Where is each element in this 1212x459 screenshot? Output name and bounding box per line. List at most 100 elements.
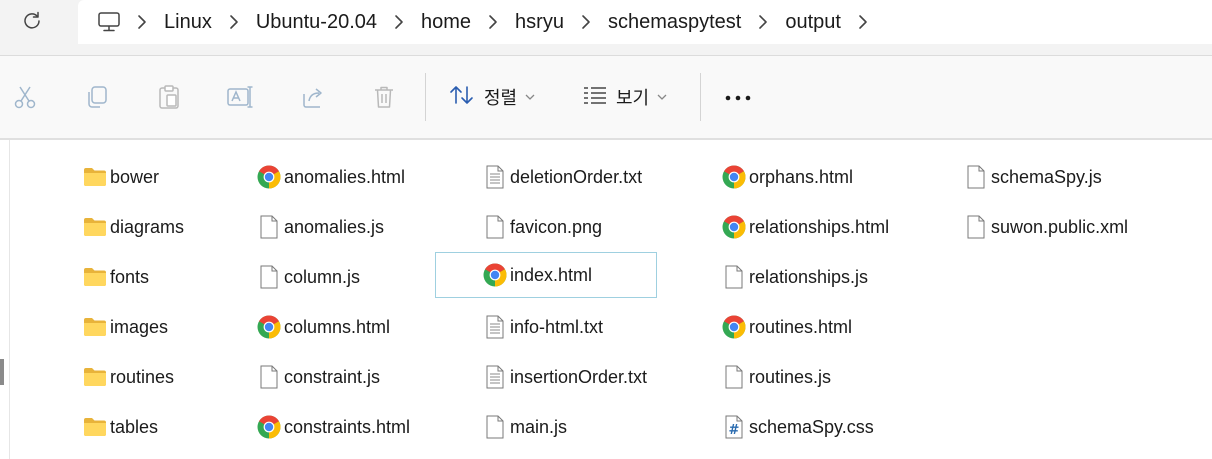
text-file-icon <box>483 165 507 189</box>
file-item[interactable]: column.js <box>257 260 360 294</box>
file-name: index.html <box>510 264 593 285</box>
file-item[interactable]: deletionOrder.txt <box>483 160 642 194</box>
breadcrumb-item[interactable]: Ubuntu-20.04 <box>252 0 381 44</box>
file-name: schemaSpy.js <box>991 166 1102 187</box>
breadcrumb[interactable]: Linux Ubuntu-20.04 home hsryu schemaspytest o… <box>78 0 1212 44</box>
file-item[interactable]: # schemaSpy.css <box>722 410 874 444</box>
chevron-right-icon[interactable] <box>745 0 781 44</box>
folder-icon <box>83 265 107 289</box>
file-item[interactable]: constraints.html <box>257 410 410 444</box>
file-item[interactable]: routines <box>83 360 174 394</box>
chevron-right-icon[interactable] <box>381 0 417 44</box>
text-file-icon <box>483 315 507 339</box>
view-button[interactable]: 보기 <box>582 78 667 116</box>
file-icon <box>722 365 746 389</box>
file-item[interactable]: main.js <box>483 410 567 444</box>
file-name: main.js <box>510 416 568 437</box>
file-item[interactable]: routines.html <box>722 310 852 344</box>
file-name: routines.js <box>749 366 832 387</box>
folder-icon <box>83 315 107 339</box>
file-name: schemaSpy.css <box>749 416 874 437</box>
file-name: images <box>110 316 169 337</box>
breadcrumb-item[interactable]: home <box>417 0 475 44</box>
breadcrumb-item[interactable]: hsryu <box>511 0 568 44</box>
breadcrumb-item[interactable]: output <box>781 0 845 44</box>
file-item[interactable]: bower <box>83 160 159 194</box>
folder-icon <box>83 415 107 439</box>
file-name: orphans.html <box>749 166 854 187</box>
chevron-right-icon[interactable] <box>124 0 160 44</box>
file-item[interactable]: suwon.public.xml <box>964 210 1128 244</box>
file-item[interactable]: info-html.txt <box>483 310 603 344</box>
scrollbar[interactable] <box>0 359 4 385</box>
file-name: bower <box>110 166 160 187</box>
svg-text:#: # <box>729 423 740 438</box>
file-item[interactable]: diagrams <box>83 210 184 244</box>
sort-button[interactable]: 정렬 <box>448 78 535 116</box>
delete-icon[interactable] <box>368 81 400 113</box>
file-item[interactable]: anomalies.html <box>257 160 405 194</box>
file-name: fonts <box>110 266 150 287</box>
file-name: constraints.html <box>284 416 411 437</box>
rename-icon[interactable] <box>224 81 256 113</box>
chrome-icon <box>257 415 281 439</box>
folder-icon <box>83 365 107 389</box>
file-icon <box>964 215 988 239</box>
copy-icon[interactable] <box>81 81 113 113</box>
share-icon[interactable] <box>297 81 329 113</box>
file-name: diagrams <box>110 216 185 237</box>
file-item[interactable]: relationships.js <box>722 260 868 294</box>
file-item[interactable]: routines.js <box>722 360 831 394</box>
file-icon <box>483 415 507 439</box>
file-name: relationships.html <box>749 216 890 237</box>
more-icon <box>725 88 751 106</box>
file-name: deletionOrder.txt <box>510 166 643 187</box>
file-item[interactable]: schemaSpy.js <box>964 160 1102 194</box>
file-icon <box>964 165 988 189</box>
breadcrumb-item[interactable]: Linux <box>160 0 216 44</box>
folder-icon <box>83 215 107 239</box>
breadcrumb-item[interactable]: schemaspytest <box>604 0 745 44</box>
paste-icon[interactable] <box>153 81 185 113</box>
file-icon <box>257 365 281 389</box>
file-icon <box>483 215 507 239</box>
file-name: anomalies.html <box>284 166 406 187</box>
file-item[interactable]: columns.html <box>257 310 390 344</box>
file-name: insertionOrder.txt <box>510 366 648 387</box>
file-item[interactable]: relationships.html <box>722 210 889 244</box>
refresh-icon <box>22 10 42 35</box>
file-item[interactable]: anomalies.js <box>257 210 384 244</box>
chevron-right-icon[interactable] <box>845 0 881 44</box>
chevron-right-icon[interactable] <box>475 0 511 44</box>
file-item[interactable]: tables <box>83 410 158 444</box>
chrome-icon <box>722 165 746 189</box>
view-icon <box>582 84 608 111</box>
file-item[interactable]: constraint.js <box>257 360 380 394</box>
refresh-button[interactable] <box>10 3 54 41</box>
more-options-button[interactable] <box>720 78 756 116</box>
chevron-right-icon[interactable] <box>568 0 604 44</box>
file-item[interactable]: index.html <box>435 252 657 298</box>
file-name: constraint.js <box>284 366 381 387</box>
cut-icon[interactable] <box>9 81 41 113</box>
file-name: anomalies.js <box>284 216 385 237</box>
file-name: columns.html <box>284 316 391 337</box>
text-file-icon <box>483 365 507 389</box>
chrome-icon <box>483 263 507 287</box>
file-name: suwon.public.xml <box>991 216 1129 237</box>
file-name: favicon.png <box>510 216 603 237</box>
file-name: column.js <box>284 266 361 287</box>
chevron-down-icon <box>657 93 667 101</box>
file-icon <box>722 265 746 289</box>
file-name: tables <box>110 416 159 437</box>
file-name: routines.html <box>749 316 853 337</box>
file-item[interactable]: insertionOrder.txt <box>483 360 647 394</box>
file-item[interactable]: images <box>83 310 168 344</box>
this-pc-icon[interactable] <box>94 7 124 37</box>
chevron-right-icon[interactable] <box>216 0 252 44</box>
file-item[interactable]: favicon.png <box>483 210 602 244</box>
file-icon <box>257 215 281 239</box>
pane-edge <box>9 140 10 459</box>
file-item[interactable]: fonts <box>83 260 149 294</box>
file-item[interactable]: orphans.html <box>722 160 853 194</box>
